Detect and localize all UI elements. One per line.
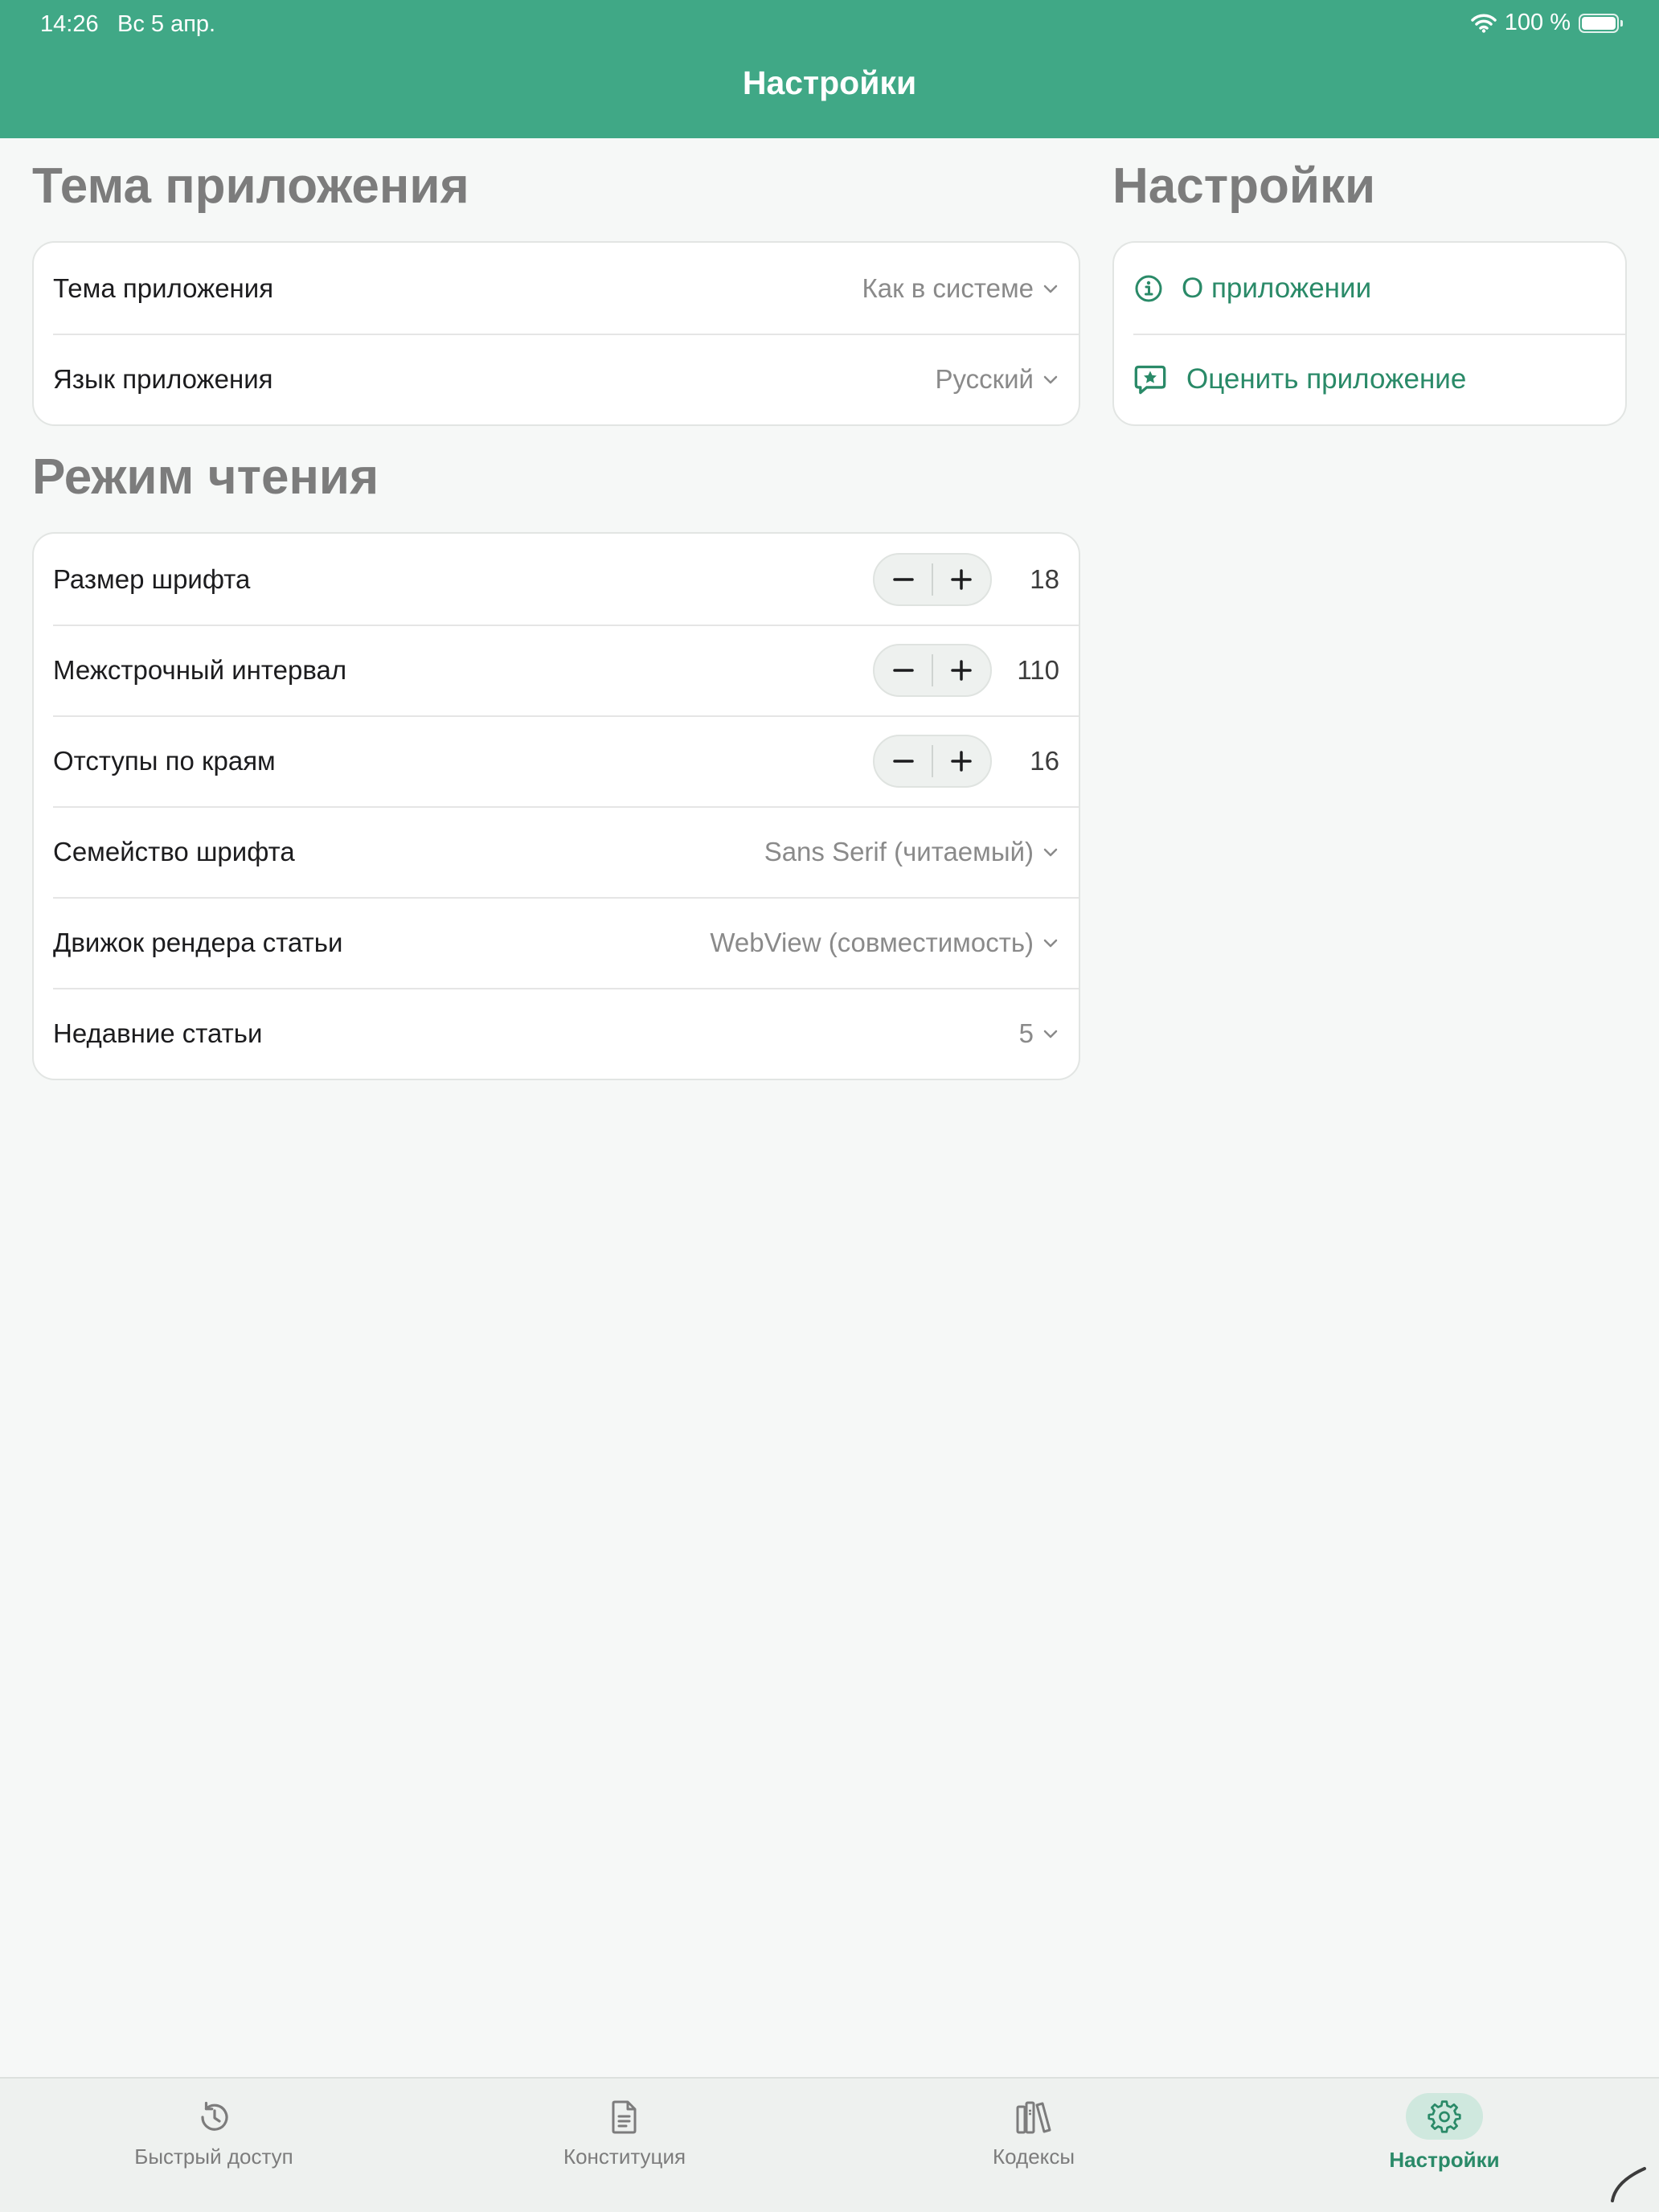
row-label: Движок рендера статьи xyxy=(53,927,343,957)
scroll-indicator-icon xyxy=(1611,2167,1646,2202)
line-spacing-row: Межстрочный интервал 110 xyxy=(34,625,1079,715)
font-family-value: Sans Serif (читаемый) xyxy=(764,836,1034,866)
section-title-theme: Тема приложения xyxy=(32,158,469,214)
rate-app-link[interactable]: Оценить приложение xyxy=(1114,334,1625,424)
theme-card: Тема приложения Как в системе Язык прило… xyxy=(32,241,1080,426)
reading-card: Размер шрифта 18 Межстрочный интервал 11… xyxy=(32,532,1080,1080)
status-date: Вс 5 апр. xyxy=(117,11,216,37)
document-icon xyxy=(612,2100,637,2134)
chevron-down-icon xyxy=(1043,285,1058,293)
wifi-icon xyxy=(1471,14,1497,33)
theme-select-row[interactable]: Тема приложения Как в системе xyxy=(34,243,1079,334)
font-size-row: Размер шрифта 18 xyxy=(34,534,1079,625)
increment-button[interactable] xyxy=(933,645,990,695)
margins-stepper[interactable] xyxy=(873,734,992,788)
chevron-down-icon xyxy=(1043,848,1058,856)
increment-button[interactable] xyxy=(933,555,990,604)
tab-label: Быстрый доступ xyxy=(134,2144,293,2169)
app-header: 14:26 Вс 5 апр. 100 % Настройки xyxy=(0,0,1659,138)
row-label: Язык приложения xyxy=(53,363,273,394)
decrement-button[interactable] xyxy=(875,736,932,786)
tab-bar: Быстрый доступ Конституция Кодексы Настр… xyxy=(0,2077,1659,2212)
tab-quick-access[interactable]: Быстрый доступ xyxy=(93,2098,334,2169)
plus-icon xyxy=(951,568,973,590)
books-icon xyxy=(1016,2101,1051,2134)
about-app-label: О приложении xyxy=(1182,272,1372,304)
info-icon xyxy=(1135,275,1162,301)
margins-value: 16 xyxy=(1030,745,1059,776)
language-value: Русский xyxy=(935,363,1034,394)
page-title: Настройки xyxy=(742,64,917,101)
status-indicators: 100 % xyxy=(1471,10,1623,36)
battery-percent: 100 % xyxy=(1504,10,1571,35)
plus-icon xyxy=(951,659,973,681)
row-label: Размер шрифта xyxy=(53,563,251,594)
language-select-row[interactable]: Язык приложения Русский xyxy=(34,334,1079,424)
theme-value: Как в системе xyxy=(862,272,1034,303)
tab-active-indicator xyxy=(1406,2093,1483,2140)
plus-icon xyxy=(951,750,973,772)
font-size-value: 18 xyxy=(1030,563,1059,594)
tab-label: Настройки xyxy=(1389,2148,1500,2172)
gear-icon xyxy=(1428,2100,1461,2133)
recent-articles-value: 5 xyxy=(1018,1018,1034,1048)
section-title-reading: Режим чтения xyxy=(32,449,379,505)
row-label: Семейство шрифта xyxy=(53,836,295,866)
rate-star-icon xyxy=(1134,365,1166,394)
recent-articles-select-row[interactable]: Недавние статьи 5 xyxy=(34,988,1079,1079)
settings-card: О приложении Оценить приложение xyxy=(1112,241,1627,426)
row-label: Тема приложения xyxy=(53,272,274,303)
chevron-down-icon xyxy=(1043,375,1058,383)
line-spacing-stepper[interactable] xyxy=(873,643,992,697)
decrement-button[interactable] xyxy=(875,555,932,604)
minus-icon xyxy=(892,668,914,672)
line-spacing-value: 110 xyxy=(1017,654,1059,685)
status-time: 14:26 xyxy=(40,11,99,37)
battery-icon xyxy=(1579,13,1623,33)
margins-row: Отступы по краям 16 xyxy=(34,715,1079,806)
section-title-settings: Настройки xyxy=(1112,158,1376,214)
tab-codes[interactable]: Кодексы xyxy=(913,2098,1154,2169)
chevron-down-icon xyxy=(1043,1030,1058,1038)
about-app-link[interactable]: О приложении xyxy=(1114,243,1625,334)
tab-constitution[interactable]: Конституция xyxy=(504,2098,745,2169)
history-icon xyxy=(201,2101,228,2131)
font-family-select-row[interactable]: Семейство шрифта Sans Serif (читаемый) xyxy=(34,806,1079,897)
row-label: Межстрочный интервал xyxy=(53,654,347,685)
decrement-button[interactable] xyxy=(875,645,932,695)
increment-button[interactable] xyxy=(933,736,990,786)
row-label: Недавние статьи xyxy=(53,1018,263,1048)
tab-label: Кодексы xyxy=(992,2144,1075,2169)
row-label: Отступы по краям xyxy=(53,745,276,776)
tab-settings[interactable]: Настройки xyxy=(1324,2093,1565,2173)
render-engine-value: WebView (совместимость) xyxy=(710,927,1034,957)
font-size-stepper[interactable] xyxy=(873,552,992,606)
minus-icon xyxy=(892,577,914,581)
tab-label: Конституция xyxy=(563,2144,686,2169)
chevron-down-icon xyxy=(1043,939,1058,947)
render-engine-select-row[interactable]: Движок рендера статьи WebView (совместим… xyxy=(34,897,1079,988)
rate-app-label: Оценить приложение xyxy=(1186,363,1467,395)
minus-icon xyxy=(892,759,914,763)
